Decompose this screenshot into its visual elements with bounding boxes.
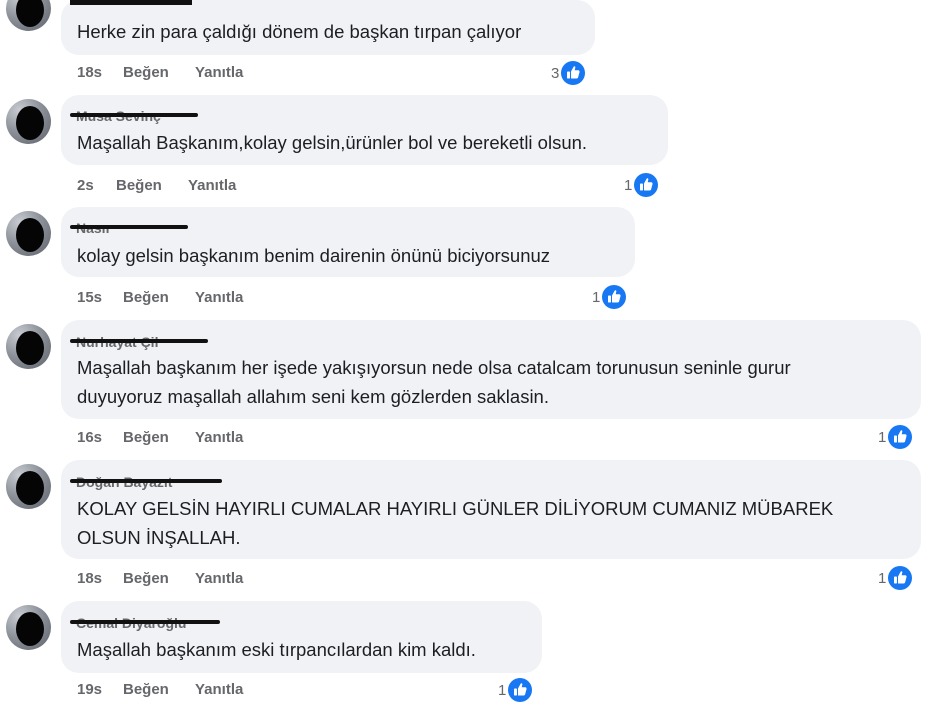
reaction-count[interactable]: 1 [878,565,913,591]
comment-actions: 15s Beğen Yanıtla [77,289,243,306]
comment-time[interactable]: 19s [77,681,123,698]
reaction-number: 1 [592,288,601,306]
comment-text: Maşallah başkanım her işede yakışıyorsun… [77,357,791,378]
reaction-number: 1 [498,681,507,699]
thumbs-up-icon [561,61,586,85]
thumbs-up-icon [602,285,627,309]
thumbs-up-icon [888,425,913,449]
comment-text: KOLAY GELSİN HAYIRLI CUMALAR HAYIRLI GÜN… [77,498,834,519]
comment: Nurhayat Çil Maşallah başkanım her işede… [0,320,940,460]
comment: Nasır kolay gelsin başkanım benim dairen… [0,207,940,319]
comment-actions: 16s Beğen Yanıtla [77,429,243,446]
name-redaction [70,479,222,483]
avatar[interactable] [6,324,51,369]
avatar[interactable] [6,464,51,509]
like-button[interactable]: Beğen [123,429,195,446]
comment: Cemal Diyaroğlu Maşallah başkanım eski t… [0,601,940,720]
comment-time[interactable]: 15s [77,289,123,306]
thumbs-up-icon [508,678,533,702]
reply-button[interactable]: Yanıtla [195,289,243,306]
name-redaction [70,225,188,229]
like-button[interactable]: Beğen [123,681,195,698]
comment-actions: 18s Beğen Yanıtla [77,64,243,81]
comment-text: Herke zin para çaldığı dönem de başkan t… [77,21,522,42]
reply-button[interactable]: Yanıtla [195,64,243,81]
reaction-count[interactable]: 3 [551,60,586,86]
avatar[interactable] [6,211,51,256]
comment: Temur Zan Herke zin para çaldığı dönem d… [0,0,940,90]
comment-actions: 18s Beğen Yanıtla [77,570,243,587]
comment-time[interactable]: 18s [77,570,123,587]
name-redaction [70,0,192,5]
reply-button[interactable]: Yanıtla [195,570,243,587]
comment-text: Maşallah Başkanım,kolay gelsin,ürünler b… [77,132,588,153]
reaction-count[interactable]: 1 [498,677,533,703]
name-redaction [70,620,220,624]
reply-button[interactable]: Yanıtla [195,429,243,446]
reaction-number: 3 [551,64,560,82]
reaction-number: 1 [878,569,887,587]
reaction-number: 1 [878,428,887,446]
thumbs-up-icon [634,173,659,197]
like-button[interactable]: Beğen [116,177,188,194]
comment-text: duyuyoruz maşallah allahım seni kem gözl… [77,386,549,407]
reply-button[interactable]: Yanıtla [195,681,243,698]
reply-button[interactable]: Yanıtla [188,177,236,194]
avatar[interactable] [6,605,51,650]
name-redaction [70,339,208,343]
avatar[interactable] [6,0,51,31]
comment-text: OLSUN İNŞALLAH. [77,527,241,548]
reaction-count[interactable]: 1 [878,424,913,450]
thumbs-up-icon [888,566,913,590]
comment: Musa Sevinç Maşallah Başkanım,kolay gels… [0,95,940,207]
comment-text: kolay gelsin başkanım benim dairenin önü… [77,245,551,266]
like-button[interactable]: Beğen [123,64,195,81]
comment-time[interactable]: 2s [77,177,116,194]
reaction-count[interactable]: 1 [592,284,627,310]
reaction-count[interactable]: 1 [624,172,659,198]
comment-time[interactable]: 18s [77,64,123,81]
comment-actions: 19s Beğen Yanıtla [77,681,243,698]
avatar[interactable] [6,99,51,144]
comment-actions: 2s Beğen Yanıtla [77,177,236,194]
comment: Doğan Bayazıt KOLAY GELSİN HAYIRLI CUMAL… [0,460,940,600]
like-button[interactable]: Beğen [123,570,195,587]
like-button[interactable]: Beğen [123,289,195,306]
reaction-number: 1 [624,176,633,194]
comment-text: Maşallah başkanım eski tırpancılardan ki… [77,639,476,660]
comment-time[interactable]: 16s [77,429,123,446]
name-redaction [70,113,198,117]
